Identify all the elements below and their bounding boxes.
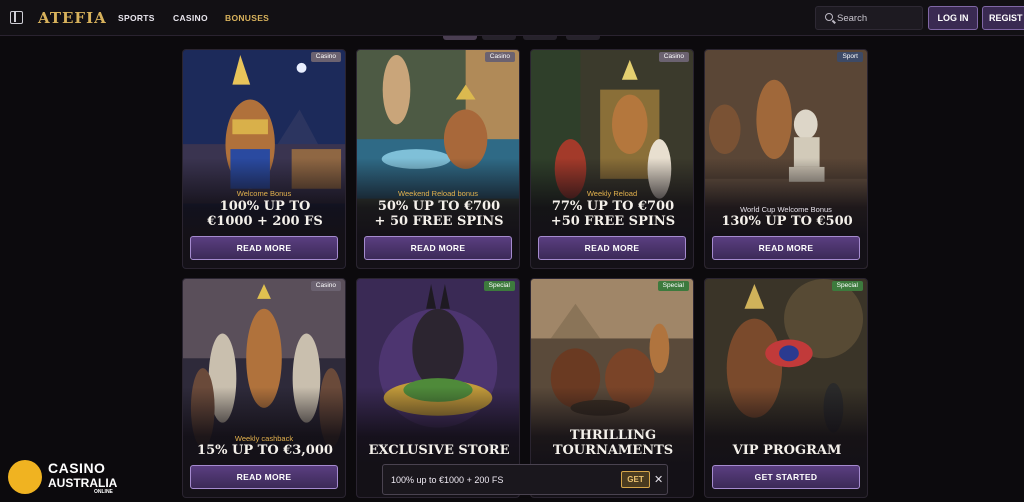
bonus-toast: 100% up to €1000 + 200 FS GET ✕: [382, 464, 668, 495]
card-title-line: THRILLING: [569, 428, 657, 443]
card-title-line: 77% UP TO €700: [551, 199, 675, 214]
bonus-card-world-cup[interactable]: Sport World Cup Welcome Bonus 130% UP TO…: [704, 49, 868, 269]
search-input[interactable]: [837, 11, 917, 26]
filter-tab-1[interactable]: [443, 36, 477, 40]
category-tag: Special: [831, 281, 863, 291]
get-started-button[interactable]: GET STARTED: [712, 465, 860, 489]
toast-get-button[interactable]: GET: [621, 471, 650, 488]
sidebar-toggle-icon[interactable]: [10, 11, 23, 24]
category-tag: Special: [657, 281, 689, 291]
card-title-line: EXCLUSIVE STORE: [368, 443, 510, 458]
filter-tab-3[interactable]: [523, 36, 557, 40]
kangaroo-logo-icon: [8, 460, 42, 494]
bonus-card-vip-program[interactable]: Special VIP PROGRAM GET STARTED: [704, 278, 868, 498]
top-navigation-bar: ATEFIA SPORTS CASINO BONUSES LOG IN REGI…: [0, 0, 1024, 36]
card-subtitle: Welcome Bonus: [236, 189, 292, 198]
card-title: 130% UP TO €500: [711, 214, 863, 229]
search-icon: [825, 13, 833, 21]
card-title: 15% UP TO €3,000: [189, 443, 341, 458]
read-more-button[interactable]: READ MORE: [190, 465, 338, 489]
read-more-button[interactable]: READ MORE: [364, 236, 512, 260]
category-tag: Casino: [658, 52, 689, 62]
card-title: THRILLING TOURNAMENTS: [537, 428, 689, 458]
card-title-line: 130% UP TO €500: [721, 214, 853, 229]
site-logo[interactable]: ATEFIA: [38, 9, 107, 27]
close-icon[interactable]: ✕: [654, 473, 663, 486]
card-subtitle: Weekend Reload bonus: [398, 189, 478, 198]
filter-tab-2[interactable]: [482, 36, 516, 40]
category-tag: Special: [483, 281, 515, 291]
card-title: EXCLUSIVE STORE: [363, 443, 515, 458]
category-tag: Casino: [310, 281, 341, 291]
read-more-button[interactable]: READ MORE: [712, 236, 860, 260]
toast-message: 100% up to €1000 + 200 FS: [391, 475, 504, 485]
card-title-line: 50% UP TO €700: [377, 199, 501, 214]
bonus-card-weekly-cashback[interactable]: Casino Weekly cashback 15% UP TO €3,000 …: [182, 278, 346, 498]
card-title-line: €1000 + 200 FS: [207, 214, 323, 229]
nav-bonuses[interactable]: BONUSES: [225, 13, 269, 23]
watermark-line3: ONLINE: [94, 489, 113, 495]
bonus-card-welcome[interactable]: Casino Welcome Bonus 100% UP TO €1000 + …: [182, 49, 346, 269]
card-title: 100% UP TO €1000 + 200 FS: [189, 199, 341, 229]
card-title: 77% UP TO €700 +50 FREE SPINS: [537, 199, 689, 229]
casino-australia-watermark: CASINO AUSTRALIA ONLINE: [4, 459, 124, 497]
watermark-line2: AUSTRALIA: [48, 476, 118, 490]
login-button[interactable]: LOG IN: [928, 6, 978, 30]
nav-casino[interactable]: CASINO: [173, 13, 208, 23]
card-title-line: 100% UP TO: [219, 199, 311, 214]
card-title-line: TOURNAMENTS: [552, 443, 674, 458]
card-subtitle: World Cup Welcome Bonus: [740, 205, 832, 214]
card-title-line: +50 FREE SPINS: [550, 214, 676, 229]
read-more-button[interactable]: READ MORE: [190, 236, 338, 260]
card-title-line: + 50 FREE SPINS: [374, 214, 504, 229]
bonus-card-weekend-reload[interactable]: Casino Weekend Reload bonus 50% UP TO €7…: [356, 49, 520, 269]
read-more-button[interactable]: READ MORE: [538, 236, 686, 260]
register-button[interactable]: REGIST: [982, 6, 1024, 30]
nav-sports[interactable]: SPORTS: [118, 13, 155, 23]
filter-tab-4[interactable]: [566, 36, 600, 40]
card-subtitle: Weekly Reload: [586, 189, 638, 198]
card-title-line: 15% UP TO €3,000: [197, 443, 333, 458]
category-tag: Sport: [837, 52, 863, 62]
card-title-line: VIP PROGRAM: [732, 443, 842, 458]
card-subtitle: Weekly cashback: [234, 434, 294, 443]
category-tag: Casino: [484, 52, 515, 62]
bonus-card-weekly-reload[interactable]: Casino Weekly Reload 77% UP TO €700 +50 …: [530, 49, 694, 269]
category-tag: Casino: [310, 52, 341, 62]
search-box[interactable]: [815, 6, 923, 30]
card-title: VIP PROGRAM: [711, 443, 863, 458]
card-title: 50% UP TO €700 + 50 FREE SPINS: [363, 199, 515, 229]
watermark-line1: CASINO: [48, 460, 106, 476]
